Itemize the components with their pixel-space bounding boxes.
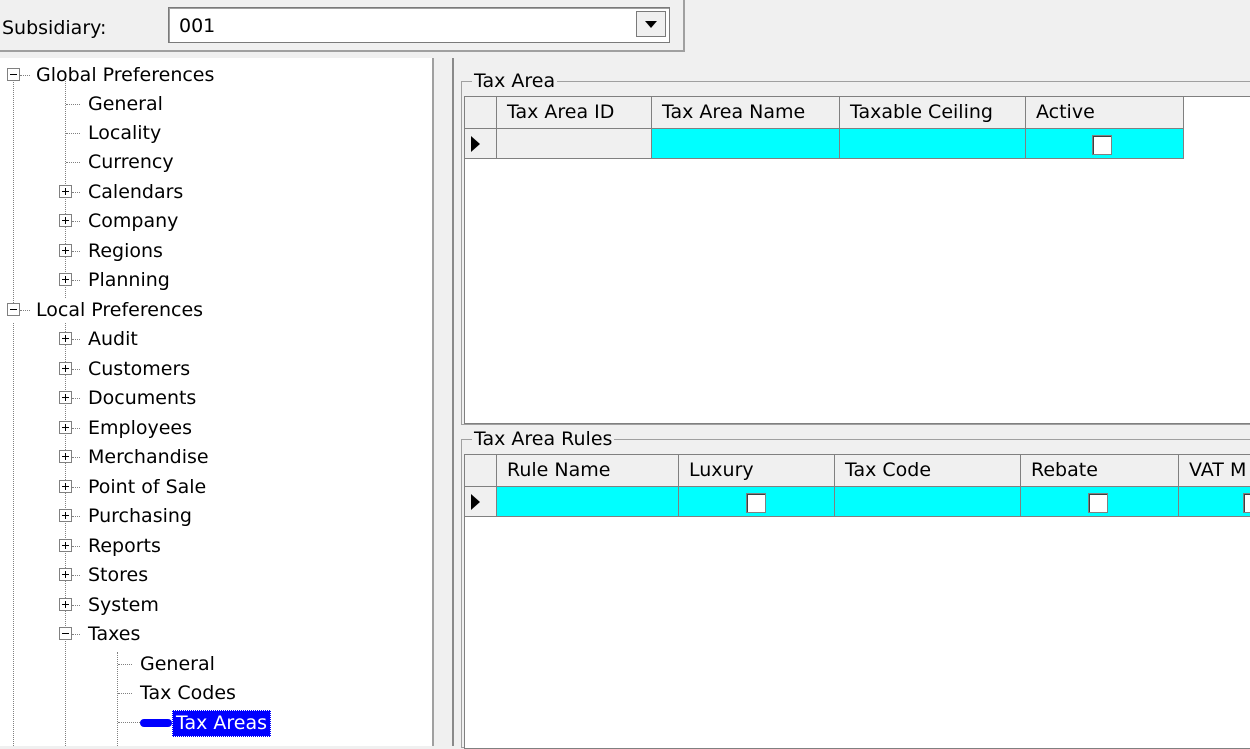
column-header-vat[interactable]: VAT M — [1179, 455, 1250, 487]
expand-icon[interactable] — [59, 450, 72, 463]
column-header-tax-code[interactable]: Tax Code — [835, 455, 1021, 487]
tree-node-reports[interactable]: Reports — [0, 532, 430, 561]
expand-icon[interactable] — [59, 391, 72, 404]
collapse-icon[interactable] — [7, 68, 20, 81]
tree-node-merchandise[interactable]: Merchandise — [0, 443, 430, 472]
expand-icon[interactable] — [59, 539, 72, 552]
divider — [683, 0, 685, 50]
tree-node-regions[interactable]: Regions — [0, 237, 430, 266]
rebate-checkbox[interactable] — [1088, 493, 1108, 513]
tree-node-company[interactable]: Company — [0, 207, 430, 236]
tree-node-planning[interactable]: Planning — [0, 266, 430, 295]
tree-node-currency[interactable]: Currency — [0, 148, 430, 177]
tree-node-documents[interactable]: Documents — [0, 384, 430, 413]
row-selector[interactable] — [465, 129, 497, 159]
subsidiary-label: Subsidiary: — [2, 17, 107, 39]
subsidiary-value: 001 — [179, 15, 216, 37]
tree-node-locality[interactable]: Locality — [0, 119, 430, 148]
tree-node-purchasing[interactable]: Purchasing — [0, 502, 430, 531]
cell-tax-code[interactable] — [835, 487, 1021, 517]
vat-checkbox[interactable] — [1243, 493, 1250, 513]
row-selector[interactable] — [465, 487, 497, 517]
cell-rule-name[interactable] — [497, 487, 679, 517]
expand-icon[interactable] — [59, 480, 72, 493]
expand-icon[interactable] — [59, 244, 72, 257]
cell-rebate[interactable] — [1021, 487, 1179, 517]
splitter[interactable] — [432, 58, 454, 746]
expand-icon[interactable] — [59, 185, 72, 198]
grid-corner — [465, 97, 497, 129]
column-header-rule-name[interactable]: Rule Name — [497, 455, 679, 487]
tax-area-rules-grid[interactable]: Rule Name Luxury Tax Code Rebate VAT M — [464, 454, 1250, 749]
chevron-down-icon[interactable] — [636, 11, 666, 37]
luxury-checkbox[interactable] — [746, 493, 766, 513]
tree-node-customers[interactable]: Customers — [0, 355, 430, 384]
expand-icon[interactable] — [59, 568, 72, 581]
tree-node-stores[interactable]: Stores — [0, 561, 430, 590]
expand-icon[interactable] — [59, 421, 72, 434]
expand-icon[interactable] — [59, 273, 72, 286]
selection-marker — [140, 719, 172, 727]
expand-icon[interactable] — [59, 214, 72, 227]
tax-area-panel: Tax Area Tax Area ID Tax Area Name Taxab… — [454, 58, 1250, 749]
divider — [0, 50, 685, 52]
expand-icon[interactable] — [59, 598, 72, 611]
expand-icon[interactable] — [59, 332, 72, 345]
tree-node-tax-areas[interactable]: Tax Areas — [0, 708, 430, 737]
active-checkbox[interactable] — [1092, 135, 1112, 155]
tree-node-global-preferences[interactable]: Global Preferences — [0, 61, 430, 90]
subsidiary-combobox[interactable]: 001 — [168, 7, 670, 43]
tree-node-employees[interactable]: Employees — [0, 414, 430, 443]
tree-node-calendars[interactable]: Calendars — [0, 178, 430, 207]
collapse-icon[interactable] — [7, 303, 20, 316]
cell-luxury[interactable] — [679, 487, 835, 517]
column-header-luxury[interactable]: Luxury — [679, 455, 835, 487]
collapse-icon[interactable] — [59, 627, 72, 640]
column-header-tax-area-name[interactable]: Tax Area Name — [652, 97, 840, 129]
cell-tax-area-name[interactable] — [652, 129, 840, 159]
column-header-taxable-ceiling[interactable]: Taxable Ceiling — [840, 97, 1026, 129]
column-header-rebate[interactable]: Rebate — [1021, 455, 1179, 487]
tree-node-local-preferences[interactable]: Local Preferences — [0, 296, 430, 325]
current-row-icon — [471, 494, 480, 510]
expand-icon[interactable] — [59, 362, 72, 375]
tax-area-grid[interactable]: Tax Area ID Tax Area Name Taxable Ceilin… — [464, 96, 1250, 424]
tree-node-system[interactable]: System — [0, 591, 430, 620]
tax-area-rules-group: Tax Area Rules Rule Name Luxury Tax Code… — [461, 428, 1250, 749]
preferences-tree[interactable]: Global Preferences General Locality Curr… — [0, 58, 432, 746]
tree-node-audit[interactable]: Audit — [0, 325, 430, 354]
tree-node-tax-codes[interactable]: Tax Codes — [0, 679, 430, 708]
subsidiary-bar: Subsidiary: 001 — [0, 0, 1250, 58]
grid-corner — [465, 455, 497, 487]
cell-tax-area-id[interactable] — [497, 129, 652, 159]
current-row-icon — [471, 136, 480, 152]
cell-vat[interactable] — [1179, 487, 1250, 517]
expand-icon[interactable] — [59, 509, 72, 522]
tree-node-taxes-general[interactable]: General — [0, 650, 430, 679]
tax-area-title: Tax Area — [472, 70, 558, 92]
column-header-tax-area-id[interactable]: Tax Area ID — [497, 97, 652, 129]
tree-node-taxes[interactable]: Taxes — [0, 620, 430, 649]
tree-node-point-of-sale[interactable]: Point of Sale — [0, 473, 430, 502]
tax-area-group: Tax Area Tax Area ID Tax Area Name Taxab… — [461, 70, 1250, 425]
cell-taxable-ceiling[interactable] — [840, 129, 1026, 159]
tree-node-general[interactable]: General — [0, 90, 430, 119]
column-header-active[interactable]: Active — [1026, 97, 1184, 129]
tax-area-rules-title: Tax Area Rules — [472, 428, 615, 450]
cell-active[interactable] — [1026, 129, 1184, 159]
